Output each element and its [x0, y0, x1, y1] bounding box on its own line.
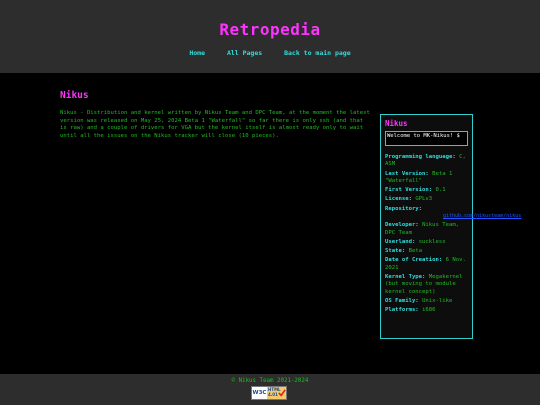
info-label: Programming language: [385, 154, 456, 160]
w3c-html-validator-badge[interactable]: W3C HTML 4.01 [251, 386, 287, 400]
info-label: Userland: [385, 238, 416, 245]
info-value: Unix-like [422, 297, 453, 304]
info-label: Kernel Type: [385, 273, 426, 280]
infobox: Nikus Welcome to MK-Nikus! $ Programming… [380, 114, 521, 339]
main-nav: Home All Pages Back to main page [0, 49, 540, 57]
info-row-language: Programming language: C, ASM [385, 154, 468, 169]
info-label: First Version: [385, 187, 433, 194]
html-version: 4.01 [268, 392, 278, 397]
infobox-title: Nikus [385, 119, 408, 128]
info-value: suckless [418, 238, 446, 245]
info-row-license: License: GPLv3 [385, 196, 468, 203]
info-value: GPLv3 [415, 196, 433, 203]
info-row-last-version: Last Version: Beta 1 "Waterfall" [385, 171, 468, 186]
info-label: Last Version: [385, 170, 429, 177]
nav-home-link[interactable]: Home [189, 49, 205, 57]
checkmark-icon [278, 389, 286, 397]
info-value: i686 [422, 307, 436, 314]
info-label: OS Family: [385, 297, 419, 304]
page-title: Nikus [60, 90, 89, 101]
info-row-kernel-type: Kernel Type: Megakernel (but moving to m… [385, 274, 468, 296]
nav-back-link[interactable]: Back to main page [284, 49, 351, 57]
info-label: Platforms: [385, 307, 419, 314]
info-value: 0.1 [435, 187, 446, 194]
info-row-date-of-creation: Date of Creation: 6 Nov. 2021 [385, 257, 468, 272]
info-label: License: [385, 196, 412, 203]
info-label: State: [385, 248, 406, 255]
info-row-os-family: OS Family: Unix-like [385, 298, 468, 305]
article-text: Nikus - Distribution and kernel written … [60, 110, 370, 139]
info-row-platforms: Platforms: i686 [385, 307, 468, 314]
repository-link[interactable]: github.com/nikusteam/nikus [385, 213, 521, 220]
w3c-logo: W3C [252, 387, 267, 399]
info-label: Developer: [385, 222, 419, 229]
info-row-state: State: Beta [385, 248, 468, 255]
info-row-repository: Repository: github.com/nikusteam/nikus [385, 205, 521, 221]
terminal-input[interactable]: Welcome to MK-Nikus! $ [385, 131, 468, 146]
info-row-userland: Userland: suckless [385, 239, 468, 246]
site-footer: © Nikus Team 2021-2024 W3C HTML 4.01 [0, 374, 540, 405]
site-header: Retropedia Home All Pages Back to main p… [0, 0, 540, 73]
info-label: Date of Creation: [385, 257, 443, 264]
info-row-first-version: First Version: 0.1 [385, 187, 468, 194]
info-label: Repository: [385, 205, 423, 212]
info-value: Beta [408, 248, 423, 255]
copyright-text: © Nikus Team 2021-2024 [231, 378, 309, 384]
info-row-developer: Developer: Nikus Team, DPC Team [385, 222, 468, 237]
html-version-label: HTML 4.01 [267, 387, 286, 399]
site-title[interactable]: Retropedia [0, 20, 540, 39]
nav-all-pages-link[interactable]: All Pages [227, 49, 262, 57]
